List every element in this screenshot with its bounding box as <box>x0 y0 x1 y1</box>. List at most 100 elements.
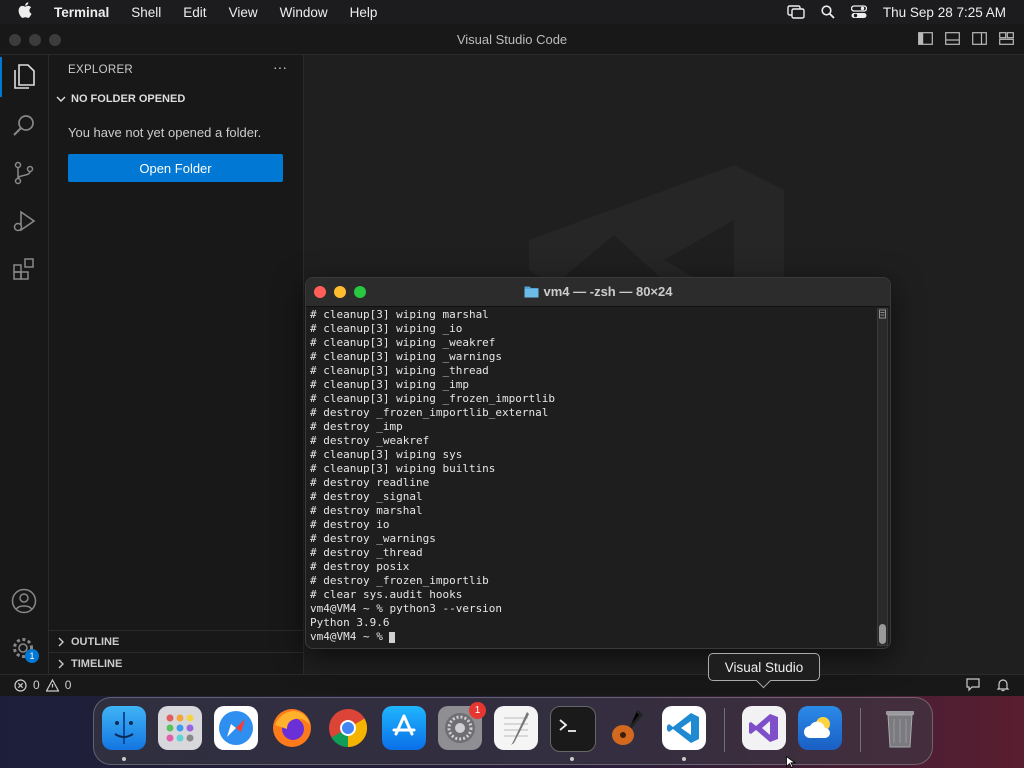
terminal-window[interactable]: vm4 — -zsh — 80×24 # cleanup[3] wiping m… <box>305 277 891 649</box>
explorer-more-actions[interactable]: ··· <box>273 59 287 75</box>
menu-app-name[interactable]: Terminal <box>54 5 109 20</box>
dock-separator <box>724 708 725 752</box>
system-settings-icon[interactable]: 1 <box>438 702 486 750</box>
no-folder-message: You have not yet opened a folder. <box>68 125 262 140</box>
screen-mirroring-icon[interactable] <box>787 5 805 19</box>
customize-layout-icon[interactable] <box>999 32 1014 50</box>
error-count: 0 <box>33 678 40 692</box>
search-icon[interactable] <box>10 111 38 139</box>
weather-icon[interactable] <box>798 706 842 750</box>
dock-tooltip: Visual Studio <box>708 653 820 681</box>
status-bar: 0 0 <box>0 674 1024 697</box>
trash-icon[interactable] <box>878 706 922 750</box>
terminal-prompt-line: vm4@VM4 ~ % <box>310 630 870 644</box>
settings-badge: 1 <box>469 702 486 719</box>
explorer-icon[interactable] <box>0 57 38 97</box>
running-indicator <box>570 757 574 761</box>
manage-badge: 1 <box>25 649 39 663</box>
launchpad-icon[interactable] <box>158 706 202 750</box>
terminal-line: # cleanup[3] wiping _warnings <box>310 350 503 363</box>
open-folder-button[interactable]: Open Folder <box>68 154 283 182</box>
terminal-output[interactable]: # cleanup[3] wiping marshal # cleanup[3]… <box>310 308 870 648</box>
terminal-title: vm4 — -zsh — 80×24 <box>543 284 673 299</box>
menubar-clock[interactable]: Thu Sep 28 7:25 AM <box>883 5 1006 20</box>
folder-icon <box>524 286 538 298</box>
warning-icon <box>45 678 59 692</box>
vscode-app-icon[interactable] <box>662 706 706 750</box>
finder-icon[interactable] <box>102 706 146 750</box>
no-folder-section[interactable]: NO FOLDER OPENED <box>55 93 185 105</box>
menu-help[interactable]: Help <box>350 5 378 20</box>
apple-menu-icon[interactable] <box>18 2 32 22</box>
running-indicator <box>122 757 126 761</box>
terminal-prompt: vm4@VM4 ~ % <box>310 630 390 643</box>
terminal-line: # destroy _frozen_importlib_external <box>310 406 549 419</box>
vscode-window-title: Visual Studio Code <box>456 32 568 47</box>
control-center-icon[interactable] <box>850 5 867 19</box>
visual-studio-icon[interactable] <box>742 706 786 750</box>
terminal-title-bar[interactable]: vm4 — -zsh — 80×24 <box>306 278 890 307</box>
outline-label: OUTLINE <box>71 635 120 648</box>
terminal-line: # cleanup[3] wiping _weakref <box>310 336 496 349</box>
terminal-line: vm4@VM4 ~ % python3 --version <box>310 602 503 615</box>
warning-count: 0 <box>64 678 72 692</box>
toggle-panel-icon[interactable] <box>945 32 960 50</box>
terminal-line: # destroy marshal <box>310 504 423 517</box>
terminal-line: # destroy _thread <box>310 546 423 559</box>
chevron-right-icon <box>58 637 64 646</box>
chevron-down-icon <box>56 96 66 102</box>
menu-edit[interactable]: Edit <box>183 5 206 20</box>
source-control-icon[interactable] <box>10 159 38 187</box>
app-store-icon[interactable] <box>382 706 426 750</box>
no-folder-label: NO FOLDER OPENED <box>71 93 186 105</box>
toggle-secondary-sidebar-icon[interactable] <box>972 32 987 50</box>
timeline-section[interactable]: TIMELINE <box>49 652 303 674</box>
accounts-icon[interactable] <box>10 587 38 615</box>
terminal-line: # destroy _signal <box>310 490 423 503</box>
textedit-icon[interactable] <box>494 706 538 750</box>
terminal-line: # destroy _weakref <box>310 434 430 447</box>
menu-shell[interactable]: Shell <box>131 5 161 20</box>
activity-bar: 1 <box>0 55 49 675</box>
dock-separator <box>860 708 861 752</box>
run-and-debug-icon[interactable] <box>10 207 38 235</box>
terminal-app-icon[interactable] <box>550 706 596 752</box>
terminal-line: # destroy readline <box>310 476 430 489</box>
terminal-line: # destroy _imp <box>310 420 403 433</box>
terminal-line: # cleanup[3] wiping _imp <box>310 378 469 391</box>
safari-icon[interactable] <box>214 706 258 750</box>
terminal-line: # destroy io <box>310 518 390 531</box>
problems-status[interactable]: 0 0 <box>14 678 71 692</box>
garageband-icon[interactable] <box>606 706 650 750</box>
mouse-pointer-icon <box>786 756 796 768</box>
terminal-line: Python 3.9.6 <box>310 616 390 629</box>
vscode-title-bar: Visual Studio Code <box>0 24 1024 55</box>
menu-window[interactable]: Window <box>280 5 328 20</box>
terminal-line: # cleanup[3] wiping builtins <box>310 462 496 475</box>
chrome-icon[interactable] <box>326 706 370 750</box>
extensions-icon[interactable] <box>10 255 38 283</box>
dock: 1 <box>93 697 933 765</box>
error-icon <box>14 678 27 692</box>
terminal-line: # destroy _warnings <box>310 532 436 545</box>
toggle-primary-sidebar-icon[interactable] <box>918 32 933 50</box>
terminal-line: # destroy posix <box>310 560 410 573</box>
timeline-label: TIMELINE <box>71 657 123 670</box>
terminal-line: # cleanup[3] wiping sys <box>310 448 463 461</box>
terminal-line: # cleanup[3] wiping _frozen_importlib <box>310 392 556 405</box>
terminal-scrollbar[interactable] <box>877 308 888 646</box>
terminal-cursor <box>389 631 396 643</box>
notifications-bell-icon[interactable] <box>996 678 1010 695</box>
terminal-line: # destroy _frozen_importlib <box>310 574 489 587</box>
terminal-line: # cleanup[3] wiping marshal <box>310 308 489 321</box>
menu-view[interactable]: View <box>229 5 258 20</box>
spotlight-search-icon[interactable] <box>821 5 835 19</box>
running-indicator <box>682 757 686 761</box>
manage-gear-icon[interactable]: 1 <box>10 635 39 663</box>
terminal-line: # clear sys.audit hooks <box>310 588 463 601</box>
firefox-icon[interactable] <box>270 706 314 750</box>
terminal-line: # cleanup[3] wiping _thread <box>310 364 489 377</box>
feedback-icon[interactable] <box>966 678 980 695</box>
outline-section[interactable]: OUTLINE <box>49 630 303 652</box>
terminal-line: # cleanup[3] wiping _io <box>310 322 463 335</box>
